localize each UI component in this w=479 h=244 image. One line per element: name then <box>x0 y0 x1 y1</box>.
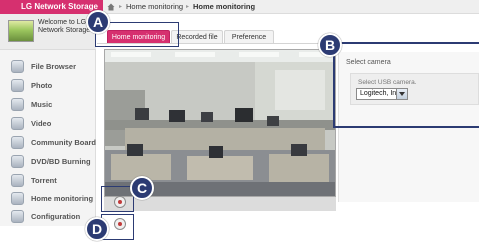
monitoring-icon <box>11 192 24 205</box>
callout-b: B <box>318 33 342 57</box>
sidebar-item-label: Video <box>31 119 52 128</box>
sidebar-item-photo[interactable]: Photo <box>0 76 96 95</box>
breadcrumb-current: Home monitoring <box>193 2 256 11</box>
torrent-icon <box>11 174 24 187</box>
camera-select[interactable]: Logitech, Inc. <box>356 88 408 100</box>
home-icon[interactable] <box>107 3 115 11</box>
sidebar-item-label: Community Board <box>31 138 97 147</box>
sidebar-item-torrent[interactable]: Torrent <box>0 171 96 190</box>
callout-line-b <box>333 126 479 128</box>
sidebar-item-label: File Browser <box>31 62 77 71</box>
disc-icon <box>11 155 24 168</box>
tab-preference[interactable]: Preference <box>224 30 274 44</box>
chevron-down-icon[interactable] <box>396 89 407 99</box>
sidebar-item-configuration[interactable]: Configuration <box>0 207 96 226</box>
music-icon <box>11 98 24 111</box>
sidebar-item-file-browser[interactable]: File Browser <box>0 57 96 76</box>
callout-d: D <box>85 217 109 241</box>
callout-line-b <box>333 42 479 44</box>
sidebar-item-label: Music <box>31 100 53 109</box>
sidebar-item-label: Torrent <box>31 176 57 185</box>
breadcrumb-arrow-icon: ▸ <box>119 4 123 10</box>
welcome-thumbnail <box>8 20 34 42</box>
gear-icon <box>11 210 24 223</box>
breadcrumb-section[interactable]: Home monitoring <box>126 0 183 14</box>
sidebar-item-video[interactable]: Video <box>0 114 96 133</box>
sidebar-item-community-board[interactable]: Community Board <box>0 133 96 152</box>
folder-icon <box>11 60 24 73</box>
video-icon <box>11 117 24 130</box>
camera-select-label: Select USB camera. <box>358 79 417 86</box>
photo-icon <box>11 79 24 92</box>
brand-title: LG Network Storage <box>0 0 103 14</box>
breadcrumb-arrow-icon: ▸ <box>186 4 190 10</box>
callout-box-c <box>101 186 134 212</box>
camera-view <box>104 49 336 197</box>
callout-c: C <box>130 176 154 200</box>
panel-title: Select camera <box>346 59 391 66</box>
callout-a: A <box>86 10 110 34</box>
board-icon <box>11 136 24 149</box>
sidebar-item-label: Home monitoring <box>31 194 94 203</box>
sidebar-item-label: Configuration <box>31 212 81 221</box>
sidebar-item-dvd-burning[interactable]: DVD/BD Burning <box>0 152 96 171</box>
sidebar-item-label: Photo <box>31 81 53 90</box>
sidebar-item-home-monitoring[interactable]: Home monitoring <box>0 189 96 208</box>
sidebar-item-label: DVD/BD Burning <box>31 157 91 166</box>
sidebar-item-music[interactable]: Music <box>0 95 96 114</box>
